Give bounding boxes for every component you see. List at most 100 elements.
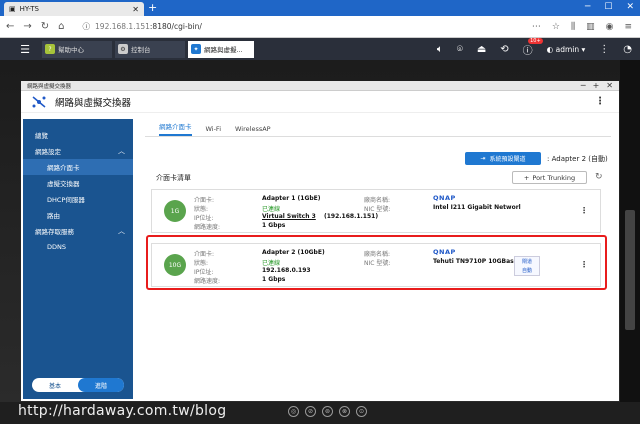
tasks-icon[interactable]: ⌾ — [457, 44, 463, 55]
close-icon[interactable]: ✕ — [626, 2, 634, 12]
sidebar-group-network-settings[interactable]: 網路設定 ︿ — [23, 143, 133, 159]
tab-label: 幫助中心 — [58, 46, 84, 54]
sidebar-item-label: 網路存取服務 — [35, 228, 74, 236]
mode-basic-button[interactable]: 基本 — [32, 378, 78, 392]
info-icon: ⓘ — [82, 22, 91, 31]
more-icon[interactable]: ⋯ — [532, 22, 541, 32]
bookmark-icon[interactable]: ☆ — [552, 22, 560, 32]
notification-icon[interactable]: ⓘ 10+ — [523, 37, 543, 57]
adapter-name: Adapter 1 (1GbE) — [262, 195, 321, 202]
adapter-card[interactable]: 1G 介面卡: 狀態: IP位址: 網路速度: Adapter 1 (1GbE)… — [151, 189, 601, 233]
tab-label: 網路與虛擬... — [204, 46, 243, 54]
maximize-icon[interactable]: ☐ — [604, 2, 612, 12]
account-icon[interactable]: ◉ — [606, 22, 614, 32]
user-menu[interactable]: ◐ admin ▾ — [547, 45, 586, 54]
network-icon: ✦ — [191, 44, 201, 54]
sidebar-item-label: DHCP伺服器 — [47, 196, 85, 204]
sidebar-item-label: 網路介面卡 — [47, 164, 80, 172]
app-title: 網路與虛擬交換器 — [55, 97, 132, 109]
menu-icon[interactable]: ≡ — [624, 22, 632, 32]
window-maximize-icon[interactable]: + — [593, 81, 600, 90]
url-field[interactable]: ⓘ 192.168.1.151:8180/cgi-bin/ — [83, 21, 202, 32]
main-menu-icon[interactable]: ☰ — [16, 43, 34, 56]
chevron-up-icon: ︿ — [118, 147, 125, 155]
sidebar: 總覽 網路設定 ︿ 網路介面卡 虛擬交換器 DHCP伺服器 路由 網路存取服務 ︿ … — [23, 119, 133, 399]
external-device-icon[interactable]: ⏏ — [477, 44, 486, 55]
sync-icon[interactable]: ⟲ — [500, 44, 508, 55]
tab-wifi[interactable]: Wi-Fi — [206, 125, 222, 136]
library-icon[interactable]: ⫼ — [571, 22, 575, 32]
sidebar-item-virtual-switch[interactable]: 虛擬交換器 — [23, 175, 133, 191]
user-name: admin — [555, 44, 580, 54]
dock: ◎ ⊘ ⊚ ⊗ ⊙ — [288, 406, 367, 417]
browser-tabstrip: ▣ HY-TS ✕ + ─ ☐ ✕ — [0, 0, 640, 16]
home-icon[interactable]: ⌂ — [58, 21, 64, 32]
help-icon: ? — [45, 44, 55, 54]
scroll-thumb[interactable] — [625, 210, 635, 330]
sidebar-item-overview[interactable]: 總覽 — [23, 127, 133, 143]
reload-icon[interactable]: ↻ — [41, 21, 49, 32]
volume-icon[interactable]: 🔈︎ — [437, 44, 443, 55]
speed-label: 網路速度: — [194, 224, 221, 231]
sidebar-item-network-adapters[interactable]: 網路介面卡 — [23, 159, 133, 175]
mode-toggle[interactable]: 基本 進階 — [32, 378, 124, 392]
dock-icon-1[interactable]: ◎ — [288, 406, 299, 417]
tab-help-center[interactable]: ? 幫助中心 — [42, 40, 112, 58]
ethernet-port-icon: 1G — [164, 200, 186, 222]
port-trunking-button[interactable]: + Port Trunking — [512, 171, 587, 184]
sidebar-group-network-access[interactable]: 網路存取服務 ︿ — [23, 223, 133, 239]
tab-wireless-ap[interactable]: WirelessAP — [235, 125, 271, 136]
sidebar-item-label: 網路設定 — [35, 148, 61, 156]
app-kebab-icon[interactable]: ⋮ — [595, 96, 605, 107]
browser-tab-title: HY-TS — [19, 5, 39, 13]
port-trunking-label: Port Trunking — [532, 173, 576, 182]
subtabs: 網路介面卡 Wi-Fi WirelessAP — [145, 119, 611, 137]
forward-icon[interactable]: → — [23, 21, 31, 32]
person-icon: ◐ — [546, 44, 554, 54]
default-gateway-button[interactable]: ⇥ 系統預設閘道 — [465, 152, 541, 165]
status-value: 已連線 — [262, 206, 281, 213]
chevron-up-icon: ︿ — [118, 227, 125, 235]
card-kebab-icon[interactable]: ⋮ — [580, 206, 588, 215]
adapter-list-title: 介面卡清單 — [156, 174, 191, 182]
ip-label: IP位址: — [194, 215, 214, 222]
dock-icon-2[interactable]: ⊘ — [305, 406, 316, 417]
network-switch-logo-icon — [32, 95, 46, 108]
address-bar: ← → ↻ ⌂ ⓘ 192.168.1.151:8180/cgi-bin/ ⋯ … — [0, 16, 640, 38]
window-minimize-icon[interactable]: ─ — [581, 81, 586, 90]
browser-tab[interactable]: ▣ HY-TS ✕ — [4, 2, 144, 16]
window-titlebar[interactable]: 網路與虛擬交換器 ─ + ✕ — [21, 81, 619, 91]
sidebar-item-ddns[interactable]: DDNS — [23, 239, 133, 255]
tab-network-adapters[interactable]: 網路介面卡 — [159, 121, 192, 136]
sidebar-item-routing[interactable]: 路由 — [23, 207, 133, 223]
gateway-icon: ⇥ — [480, 155, 486, 162]
vendor-label: 廠商名稱: — [364, 197, 391, 204]
dock-icon-3[interactable]: ⊚ — [322, 406, 333, 417]
mode-advanced-button[interactable]: 進階 — [78, 378, 124, 392]
sidebar-icon[interactable]: ▥ — [586, 22, 595, 32]
adapter-label: 介面卡: — [194, 197, 215, 204]
nic-model: Intel I211 Gigabit Networl — [433, 204, 521, 211]
sidebar-item-dhcp-server[interactable]: DHCP伺服器 — [23, 191, 133, 207]
tab-network-switch[interactable]: ✦ 網路與虛擬... — [188, 40, 254, 58]
qnap-favicon-icon: ▣ — [9, 5, 16, 13]
plus-icon: + — [523, 173, 530, 182]
new-tab-button[interactable]: + — [148, 1, 157, 14]
minimize-icon[interactable]: ─ — [585, 2, 590, 12]
close-tab-icon[interactable]: ✕ — [132, 5, 139, 14]
window-close-icon[interactable]: ✕ — [606, 81, 613, 90]
dashboard-icon[interactable]: ◔ — [623, 44, 632, 55]
dock-icon-4[interactable]: ⊗ — [339, 406, 350, 417]
desktop-scrollbar[interactable] — [620, 60, 640, 402]
more-options-icon[interactable]: ⋮ — [599, 44, 609, 55]
gear-icon: ⚙ — [118, 44, 128, 54]
ip-link[interactable]: Virtual Switch 3 — [262, 213, 316, 220]
dock-icon-5[interactable]: ⊙ — [356, 406, 367, 417]
refresh-icon[interactable]: ↻ — [595, 172, 603, 182]
tab-control-panel[interactable]: ⚙ 控制台 — [115, 40, 185, 58]
sidebar-item-label: 虛擬交換器 — [47, 180, 80, 188]
url-host: 192.168.1.151 — [95, 22, 150, 31]
back-icon[interactable]: ← — [6, 21, 14, 32]
status-label: 狀態: — [194, 206, 209, 213]
vendor-logo: QNAP — [433, 194, 456, 202]
